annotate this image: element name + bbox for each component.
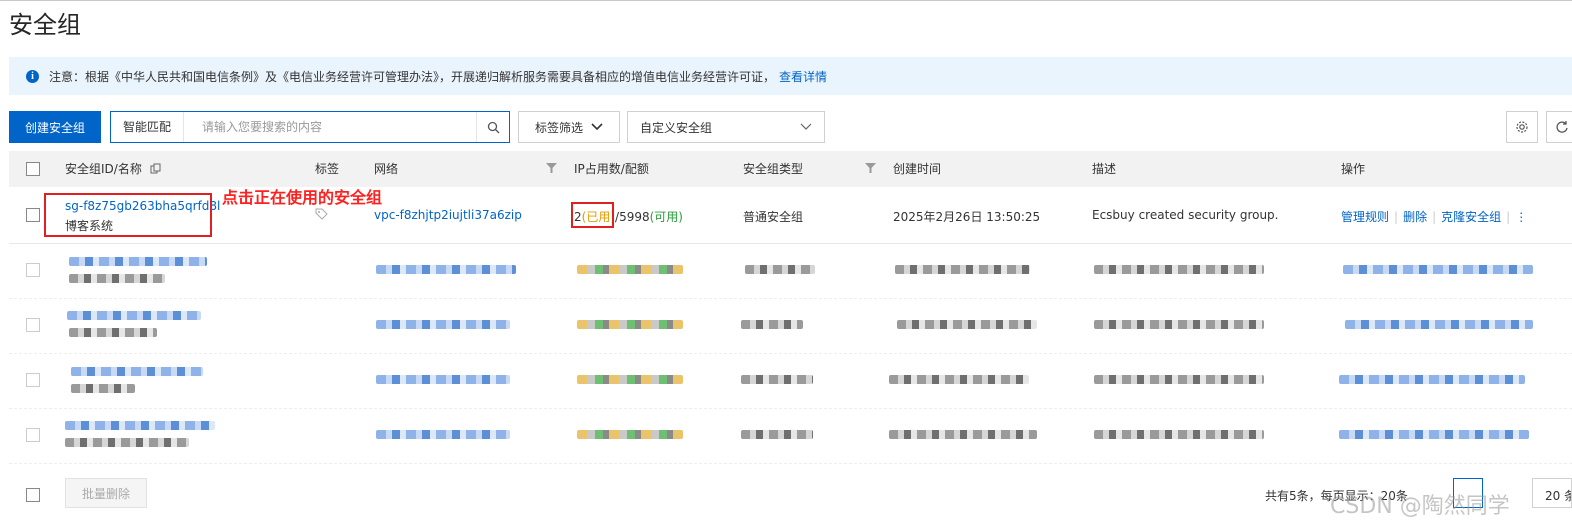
blurred-time [889, 430, 1037, 439]
created-time: 2025年2月26日 13:50:25 [893, 210, 1041, 224]
blurred-name [71, 384, 135, 393]
blurred-desc [1094, 320, 1264, 329]
blurred-ops [1345, 320, 1533, 329]
delete-link[interactable]: 删除 [1403, 210, 1427, 224]
search-scope-select[interactable]: 智能匹配 [111, 112, 185, 142]
highlight-box-id [44, 193, 212, 237]
refresh-icon [1556, 121, 1568, 133]
blurred-type [741, 320, 803, 329]
table-row-blurred [9, 243, 1572, 299]
row-checkbox[interactable] [26, 263, 40, 277]
clone-link[interactable]: 克隆安全组 [1441, 210, 1501, 224]
blurred-vpc [376, 265, 516, 274]
notice-detail-link[interactable]: 查看详情 [779, 68, 827, 85]
description: Ecsbuy created security group. [1092, 208, 1279, 222]
custom-group-label: 自定义安全组 [640, 120, 713, 135]
copy-icon[interactable] [150, 163, 161, 174]
blurred-time [889, 375, 1029, 384]
col-ip: IP占用数/配额 [574, 162, 649, 176]
blurred-time [897, 320, 1037, 329]
footer-select-checkbox[interactable] [26, 488, 40, 502]
tag-filter-label: 标签筛选 [534, 120, 583, 135]
notice-banner: i 注意：根据《中华人民共和国电信条例》及《电信业务经营许可管理办法》，开展递归… [9, 57, 1572, 95]
blurred-type [741, 430, 813, 439]
page-size-label: 20 条 [1545, 489, 1571, 503]
blurred-type [741, 375, 813, 384]
manage-rules-link[interactable]: 管理规则 [1341, 210, 1389, 224]
search-box: 智能匹配 [110, 111, 510, 143]
blurred-desc [1094, 375, 1264, 384]
blurred-name [69, 274, 165, 283]
blurred-ops [1339, 375, 1525, 384]
highlight-box-ip [571, 202, 614, 228]
blurred-ip [577, 430, 683, 439]
table-row-blurred [9, 298, 1572, 354]
settings-button[interactable] [1506, 111, 1538, 143]
blurred-ops [1343, 265, 1533, 274]
blurred-ip [577, 375, 683, 384]
row-checkbox[interactable] [26, 428, 40, 442]
search-icon[interactable] [476, 112, 509, 142]
notice-text: 注意：根据《中华人民共和国电信条例》及《电信业务经营许可管理办法》，开展递归解析… [49, 69, 776, 84]
page-title: 安全组 [9, 11, 81, 39]
blurred-time [895, 265, 1030, 274]
col-network: 网络 [374, 162, 399, 176]
col-id-name-label: 安全组ID/名称 [65, 162, 142, 176]
blurred-name [65, 438, 189, 447]
chevron-down-icon [591, 123, 603, 131]
col-type: 安全组类型 [743, 162, 804, 176]
ip-available-label: (可用) [649, 210, 683, 224]
refresh-button[interactable] [1546, 111, 1572, 143]
table-header: 安全组ID/名称 标签 网络 IP占用数/配额 安全组类型 创建时间 描述 操作 [9, 151, 1572, 187]
blurred-id [71, 367, 203, 376]
row-checkbox[interactable] [26, 373, 40, 387]
top-border [0, 0, 1572, 1]
filter-icon[interactable] [865, 163, 876, 174]
vpc-link[interactable]: vpc-f8zhjtp2iujtli37a6zip [374, 208, 522, 222]
blurred-vpc [376, 375, 510, 384]
blurred-id [69, 257, 207, 266]
blurred-name [69, 328, 157, 337]
annotation-text: 点击正在使用的安全组 [222, 188, 383, 207]
table-row-blurred [9, 353, 1572, 409]
col-id-name: 安全组ID/名称 [65, 151, 161, 187]
security-group-type: 普通安全组 [743, 210, 804, 224]
blurred-ip [577, 320, 683, 329]
col-created: 创建时间 [893, 162, 942, 176]
tag-icon[interactable] [315, 208, 328, 221]
blurred-id [65, 421, 215, 430]
filter-icon[interactable] [546, 163, 557, 174]
blurred-ops [1339, 430, 1529, 439]
create-security-group-button[interactable]: 创建安全组 [9, 111, 101, 143]
more-actions-icon[interactable]: ⋮ [1515, 210, 1527, 224]
blurred-id [67, 311, 201, 320]
col-ops: 操作 [1341, 162, 1366, 176]
chevron-down-icon [800, 123, 812, 130]
page-size-select[interactable]: 20 条 [1532, 478, 1572, 508]
info-icon: i [26, 69, 39, 83]
toolbar: 创建安全组 智能匹配 标签筛选 自定义安全组 [9, 111, 1572, 143]
table-row-blurred [9, 408, 1572, 464]
row-checkbox[interactable] [26, 208, 40, 222]
watermark-text: CSDN @陶然同学 [1330, 494, 1510, 519]
search-input[interactable] [200, 112, 476, 142]
col-tag: 标签 [315, 162, 340, 176]
custom-group-select[interactable]: 自定义安全组 [627, 111, 825, 143]
blurred-desc [1094, 430, 1264, 439]
blurred-type [745, 265, 815, 274]
ip-quota: 5998 [619, 210, 650, 224]
row-operations: 管理规则 | 删除 | 克隆安全组 | ⋮ [1341, 210, 1528, 224]
blurred-vpc [376, 430, 510, 439]
blurred-ip [577, 265, 683, 274]
blurred-desc [1094, 265, 1264, 274]
select-all-checkbox[interactable] [26, 162, 40, 176]
blurred-vpc [376, 320, 510, 329]
gear-icon [1516, 121, 1528, 133]
col-desc: 描述 [1092, 162, 1117, 176]
batch-delete-button[interactable]: 批量删除 [65, 478, 147, 508]
tag-filter-dropdown[interactable]: 标签筛选 [518, 111, 620, 143]
row-checkbox[interactable] [26, 318, 40, 332]
